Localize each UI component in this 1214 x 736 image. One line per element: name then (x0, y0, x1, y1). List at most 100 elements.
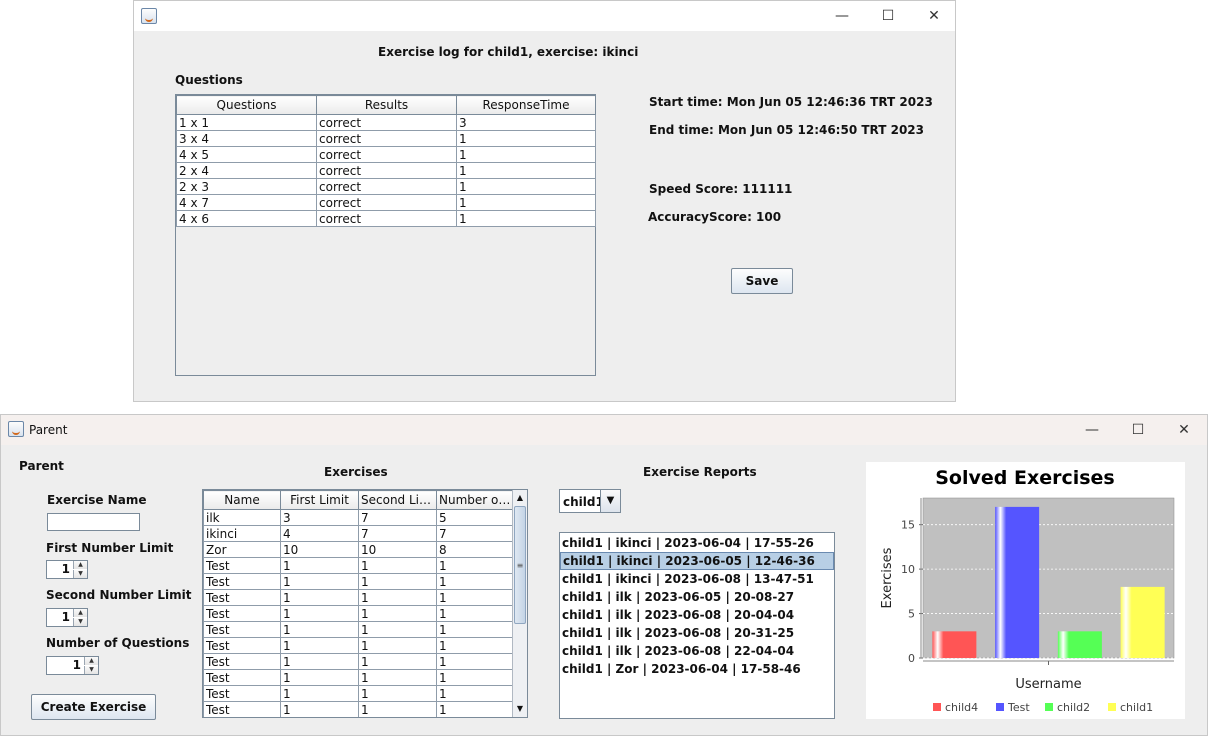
legend-swatch-child2 (1045, 703, 1053, 711)
vertical-scrollbar[interactable]: ▲ ≡ ▼ (512, 490, 527, 717)
table-cell: 1 (280, 653, 359, 670)
table-cell: 1 (456, 178, 596, 195)
create-exercise-button[interactable]: Create Exercise (31, 694, 156, 720)
table-row[interactable]: ikinci 4 7 7 (203, 525, 514, 542)
table-row[interactable]: Test 1 1 1 (203, 605, 514, 622)
start-time: Start time: Mon Jun 05 12:46:36 TRT 2023 (649, 95, 933, 109)
table-row[interactable]: Test 1 1 1 (203, 621, 514, 638)
exercises-label: Exercises (324, 465, 388, 479)
table-cell: 1 (456, 146, 596, 163)
close-button[interactable]: ✕ (1161, 415, 1207, 445)
scroll-down-icon[interactable]: ▼ (513, 701, 527, 717)
y-tick-label: 5 (908, 608, 915, 621)
num-questions-spinner[interactable]: 1 ▲ ▼ (46, 656, 99, 675)
spinner-up-icon[interactable]: ▲ (84, 657, 98, 665)
report-list-item[interactable]: child1 | ikinci | 2023-06-04 | 17-55-26 (560, 534, 834, 552)
spinner-down-icon[interactable]: ▼ (84, 666, 98, 674)
parent-titlebar: Parent — ☐ ✕ (1, 415, 1207, 445)
table-cell: 1 (436, 621, 514, 638)
column-header[interactable]: Number of ... (436, 490, 514, 510)
table-row[interactable]: 2 x 3 correct 1 (176, 178, 596, 195)
table-cell: ilk (203, 509, 281, 526)
table-row[interactable]: Test 1 1 1 (203, 589, 514, 606)
legend-swatch-child4 (933, 703, 941, 711)
table-cell: Test (203, 637, 281, 654)
bar-child2 (1057, 631, 1102, 658)
chart-title: Solved Exercises (935, 467, 1115, 489)
column-header[interactable]: First Limit (280, 490, 359, 510)
table-row[interactable]: ilk 3 7 5 (203, 509, 514, 526)
column-header[interactable]: Questions (176, 95, 317, 115)
reports-label: Exercise Reports (643, 465, 757, 479)
table-row[interactable]: 2 x 4 correct 1 (176, 162, 596, 179)
table-row[interactable]: Test 1 1 1 (203, 653, 514, 670)
table-row[interactable]: Test 1 1 1 (203, 557, 514, 574)
spinner-up-icon[interactable]: ▲ (73, 561, 87, 569)
table-row[interactable]: Test 1 1 1 (203, 701, 514, 717)
table-cell: 3 (280, 509, 359, 526)
exercise-name-label: Exercise Name (47, 493, 147, 507)
child-select[interactable]: child1 ▼ (559, 489, 621, 513)
exercise-name-field[interactable] (47, 513, 140, 531)
table-row[interactable]: Test 1 1 1 (203, 685, 514, 702)
table-cell: 1 (280, 573, 359, 590)
table-cell: 1 (358, 605, 437, 622)
table-row[interactable]: Test 1 1 1 (203, 669, 514, 686)
maximize-button[interactable]: ☐ (865, 1, 911, 31)
table-row[interactable]: Test 1 1 1 (203, 573, 514, 590)
table-cell: 1 (456, 194, 596, 211)
report-list-item[interactable]: child1 | ikinci | 2023-06-08 | 13-47-51 (560, 570, 834, 588)
column-header[interactable]: Results (316, 95, 457, 115)
spinner-up-icon[interactable]: ▲ (73, 609, 87, 617)
table-cell: 1 (436, 685, 514, 702)
spinner-down-icon[interactable]: ▼ (73, 570, 87, 578)
reports-list[interactable]: child1 | ikinci | 2023-06-04 | 17-55-26 c… (559, 532, 835, 719)
report-list-item[interactable]: child1 | ilk | 2023-06-08 | 20-04-04 (560, 606, 834, 624)
questions-table[interactable]: Questions Results ResponseTime 1 x 1 correc… (176, 95, 596, 227)
column-header[interactable]: Second Limit (358, 490, 437, 510)
table-row[interactable]: 1 x 1 correct 3 (176, 114, 596, 131)
bar-Test (995, 506, 1040, 658)
column-header[interactable]: ResponseTime (456, 95, 596, 115)
table-cell: 4 x 6 (176, 210, 317, 227)
first-limit-value: 1 (61, 562, 70, 576)
spinner-down-icon[interactable]: ▼ (73, 618, 87, 626)
close-button[interactable]: ✕ (911, 1, 957, 31)
table-cell: 1 (436, 637, 514, 654)
save-button[interactable]: Save (731, 268, 793, 294)
table-row[interactable]: Zor 10 10 8 (203, 541, 514, 558)
window-title: Parent (29, 423, 68, 437)
table-cell: 5 (436, 509, 514, 526)
column-header[interactable]: Name (203, 490, 281, 510)
table-cell: 1 x 1 (176, 114, 317, 131)
report-list-item[interactable]: child1 | ilk | 2023-06-05 | 20-08-27 (560, 588, 834, 606)
table-row[interactable]: 3 x 4 correct 1 (176, 130, 596, 147)
child-select-value: child1 (563, 495, 604, 509)
report-list-item[interactable]: child1 | ilk | 2023-06-08 | 22-04-04 (560, 642, 834, 660)
solved-exercises-chart: Solved Exercises 0 5 10 15 Username Exercises c… (866, 462, 1185, 719)
first-limit-spinner[interactable]: 1 ▲ ▼ (46, 560, 88, 579)
table-row[interactable]: Test 1 1 1 (203, 637, 514, 654)
maximize-button[interactable]: ☐ (1115, 415, 1161, 445)
scroll-thumb[interactable]: ≡ (514, 506, 526, 624)
report-list-item[interactable]: child1 | Zor | 2023-06-04 | 17-58-46 (560, 660, 834, 678)
scroll-up-icon[interactable]: ▲ (513, 490, 527, 506)
table-row[interactable]: 4 x 6 correct 1 (176, 210, 596, 227)
table-cell: 1 (436, 557, 514, 574)
report-list-item[interactable]: child1 | ilk | 2023-06-08 | 20-31-25 (560, 624, 834, 642)
second-limit-spinner[interactable]: 1 ▲ ▼ (46, 608, 88, 627)
chevron-down-icon[interactable]: ▼ (600, 490, 620, 512)
table-row[interactable]: 4 x 7 correct 1 (176, 194, 596, 211)
table-cell: 1 (436, 573, 514, 590)
second-limit-label: Second Number Limit (46, 588, 192, 602)
table-cell: 1 (358, 621, 437, 638)
report-list-item[interactable]: child1 | ikinci | 2023-06-05 | 12-46-36 (560, 552, 834, 570)
minimize-button[interactable]: — (819, 1, 865, 31)
minimize-button[interactable]: — (1069, 415, 1115, 445)
exercises-scroll-pane: Name First Limit Second Limit Number of ...… (202, 489, 528, 718)
exercises-table[interactable]: Name First Limit Second Limit Number of ...… (203, 490, 514, 717)
table-row[interactable]: 4 x 5 correct 1 (176, 146, 596, 163)
table-cell: Test (203, 573, 281, 590)
questions-table-panel: Questions Results ResponseTime 1 x 1 correc… (175, 94, 596, 376)
table-cell: 1 (280, 589, 359, 606)
